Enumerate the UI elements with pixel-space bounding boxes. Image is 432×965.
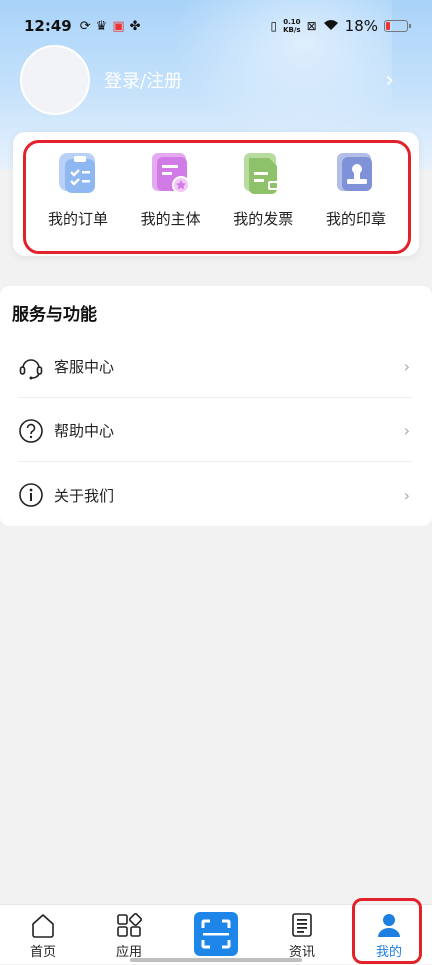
network-speed-value: 0.10 (283, 18, 301, 26)
section-title: 服务与功能 (12, 305, 97, 325)
status-time: 12:49 (24, 17, 72, 35)
quick-actions-highlight (23, 140, 411, 254)
mine-tab-highlight (352, 898, 422, 964)
tab-label: 首页 (29, 945, 56, 960)
info-circle-icon (18, 482, 44, 508)
menu-label: 关于我们 (54, 486, 115, 505)
chevron-right-icon: › (403, 357, 410, 376)
home-icon (29, 911, 57, 939)
battery-percent: 18% (344, 17, 378, 35)
tab-apps[interactable]: 应用 (86, 905, 172, 965)
chevron-right-icon: › (385, 67, 394, 93)
battery-icon (384, 20, 411, 32)
menu-label: 客服中心 (54, 358, 115, 376)
profile-login-row[interactable]: 登录/注册 › (20, 44, 412, 116)
news-document-icon (288, 911, 316, 939)
sync-icon: ⟳ (79, 18, 91, 34)
crown-icon: ♛ (95, 18, 108, 34)
network-speed-unit: KB/s (283, 26, 301, 34)
home-indicator (130, 958, 302, 962)
headset-icon (18, 354, 44, 380)
chevron-right-icon: › (403, 421, 410, 440)
network-speed: 0.10 KB/s (283, 18, 300, 34)
avatar[interactable] (20, 45, 90, 115)
app-notification-icon: ▣ (112, 18, 125, 34)
menu-label: 帮助中心 (54, 422, 115, 440)
menu-help-center[interactable]: 帮助中心 › (18, 400, 412, 462)
status-right-group: ▯ 0.10 KB/s ⊠ 18% (270, 17, 411, 35)
vibrate-icon: ▯ (270, 19, 278, 33)
scan-button[interactable] (194, 912, 238, 956)
question-circle-icon (18, 418, 44, 444)
chevron-right-icon: › (403, 485, 410, 505)
status-notification-icons: ⟳ ♛ ▣ ✤ (80, 20, 141, 33)
menu-about-us[interactable]: 关于我们 › (18, 464, 412, 526)
fan-icon: ✤ (129, 18, 141, 34)
tab-home[interactable]: 首页 (0, 905, 86, 965)
services-section: 服务与功能 客服中心 › 帮助中心 › 关于我们 › (0, 286, 432, 526)
apps-grid-icon (115, 911, 143, 939)
menu-customer-service[interactable]: 客服中心 › (18, 336, 412, 398)
login-register-link[interactable]: 登录/注册 (104, 67, 182, 93)
tab-news[interactable]: 资讯 (259, 905, 345, 965)
sim-off-icon: ⊠ (306, 19, 317, 33)
wifi-icon (323, 17, 339, 35)
